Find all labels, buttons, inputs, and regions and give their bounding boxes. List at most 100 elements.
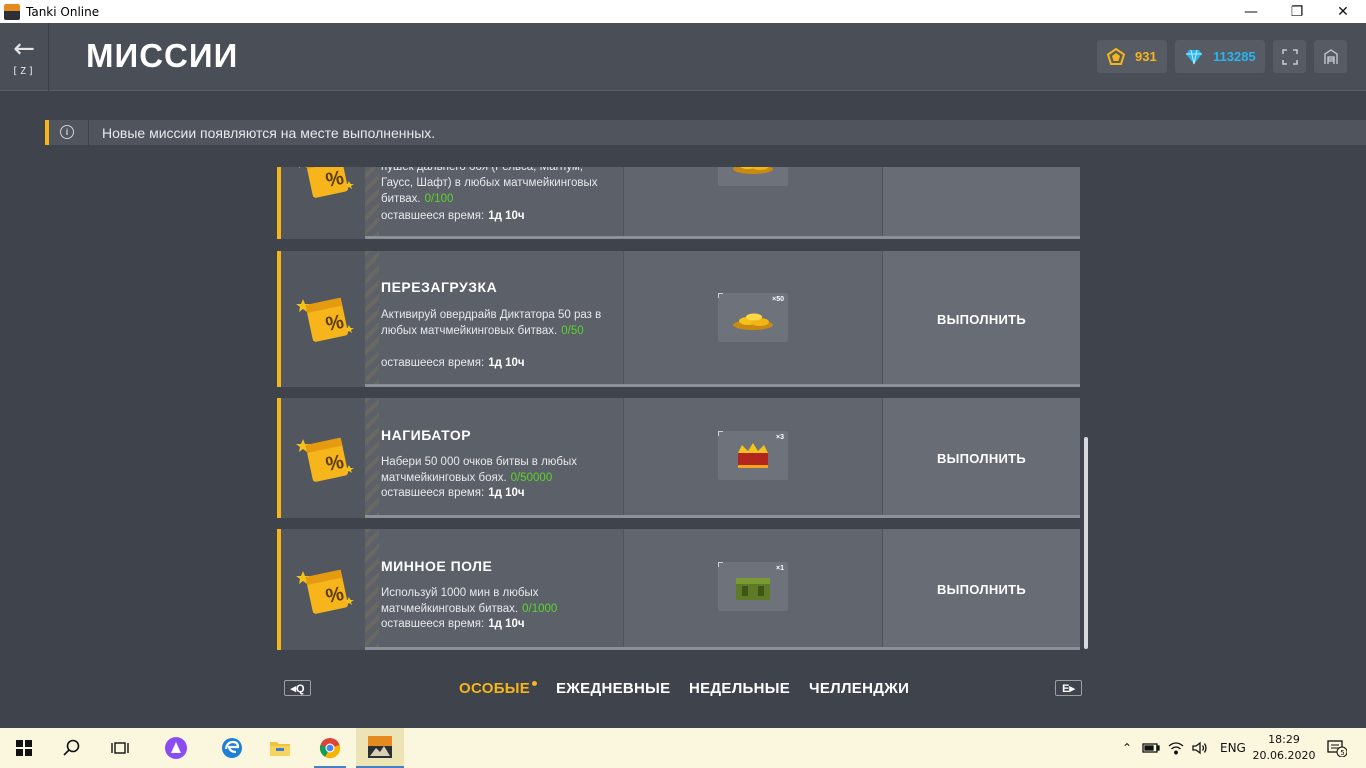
missions-list[interactable]: % пушек дальнего боя (Рельса, Магнум, Га… (277, 167, 1080, 650)
reward-quantity: ×50 (772, 296, 784, 303)
mission-icon-area: % (281, 529, 365, 650)
crystals-counter[interactable]: 113285 (1175, 40, 1265, 73)
reward-box[interactable]: ×1 (718, 562, 788, 611)
reward-corner (718, 562, 723, 567)
reward-box[interactable]: ×50 (718, 293, 788, 342)
remaining-label: оставшееся время: (381, 487, 485, 499)
mission-action-area[interactable]: ВЫПОЛНИТЬ (883, 529, 1080, 650)
edge-icon (222, 738, 242, 758)
fullscreen-icon (1281, 48, 1298, 65)
wifi-icon[interactable] (1168, 741, 1184, 755)
reward-quantity: ×3 (776, 434, 784, 441)
mission-card: % МИННОЕ ПОЛЕ Используй 1000 мин в любых… (277, 529, 1080, 650)
garage-button[interactable] (1314, 40, 1347, 73)
page-title: МИССИИ (86, 37, 239, 74)
fullscreen-button[interactable] (1273, 40, 1306, 73)
percent-calendar-icon: % (299, 167, 354, 198)
notifications-button[interactable]: 5 (1322, 728, 1352, 768)
mission-reward-area: ×1 (624, 529, 883, 650)
tab-challenges[interactable]: ЧЕЛЛЕНДЖИ (809, 680, 909, 697)
remaining-value: 1д 10ч (488, 487, 525, 499)
complete-mission-button[interactable]: ВЫПОЛНИТЬ (937, 312, 1026, 327)
tab-daily[interactable]: ЕЖЕДНЕВНЫЕ (556, 680, 670, 697)
mission-name: МИННОЕ ПОЛЕ (381, 558, 493, 574)
mission-reward-area (624, 167, 883, 239)
prev-tab-key[interactable]: ◂Q (284, 680, 311, 696)
task-view-button[interactable] (96, 728, 144, 768)
alice-assistant-button[interactable] (152, 728, 200, 768)
notification-center-icon: 5 (1327, 740, 1347, 757)
reward-quantity: ×1 (776, 565, 784, 572)
mission-progress: 0/100 (424, 193, 454, 205)
tanki-app-icon (4, 3, 20, 20)
stars-counter[interactable]: 931 (1097, 40, 1167, 73)
mission-progress: 0/50 (561, 325, 584, 337)
crystal-icon (1185, 48, 1203, 66)
stars-count: 931 (1135, 49, 1157, 64)
mission-progress: 0/50000 (510, 472, 553, 484)
banner-text: Новые миссии появляются на месте выполне… (102, 125, 436, 141)
edge-browser-button[interactable] (208, 728, 256, 768)
mission-reward-area: ×3 (624, 398, 883, 518)
banner-separator (88, 120, 89, 145)
start-button[interactable] (0, 728, 48, 768)
back-hotkey-label: [Z] (11, 65, 37, 77)
mission-icon-area: % (281, 251, 365, 387)
chrome-button[interactable] (306, 728, 354, 768)
minimize-button[interactable]: — (1228, 0, 1274, 23)
mission-description: Активируй овердрайв Диктатора 50 раз в л… (381, 307, 611, 339)
task-view-icon (111, 742, 129, 754)
taskbar-clock[interactable]: 18:29 20.06.2020 (1248, 732, 1320, 764)
notification-count: 5 (1340, 749, 1344, 757)
percent-calendar-icon: % (296, 569, 354, 614)
alice-icon (165, 737, 187, 759)
back-button[interactable]: ← [Z] (0, 23, 48, 91)
close-button[interactable]: ✕ (1320, 0, 1366, 23)
mission-card: % ПЕРЕЗАГРУЗКА Активируй овердрайв Дикта… (277, 251, 1080, 387)
folder-icon (270, 742, 290, 756)
mission-tabs: ◂Q ОСОБЫЕ ЕЖЕДНЕВНЫЕ НЕДЕЛЬНЫЕ ЧЕЛЛЕНДЖИ… (277, 676, 1083, 702)
window-titlebar: Tanki Online — ❐ ✕ (0, 0, 1366, 23)
crystals-count: 113285 (1213, 49, 1256, 64)
complete-mission-button[interactable]: ВЫПОЛНИТЬ (937, 582, 1026, 597)
mission-reward-area: ×50 (624, 251, 883, 387)
gold-coins-icon (733, 167, 773, 174)
mission-remaining: оставшееся время: 1д 10ч (381, 210, 525, 222)
info-icon: i (60, 125, 74, 139)
percent-calendar-icon: % (296, 297, 354, 342)
remaining-label: оставшееся время: (381, 357, 485, 369)
mission-remaining: оставшееся время: 1д 10ч (381, 487, 525, 499)
mission-remaining: оставшееся время: 1д 10ч (381, 357, 525, 369)
mission-icon-area: % (281, 167, 365, 239)
next-tab-key[interactable]: E▸ (1055, 680, 1082, 696)
language-indicator[interactable]: ENG (1220, 741, 1246, 755)
mission-progress-bar (365, 515, 1080, 518)
tanki-online-taskbar-button[interactable] (356, 728, 404, 768)
mission-description: Используй 1000 мин в любых матчмейкингов… (381, 585, 611, 617)
percent-calendar-icon: % (296, 437, 354, 482)
windows-taskbar: ⌃ ENG 18:29 20.06.2020 5 (0, 728, 1366, 768)
clock-date: 20.06.2020 (1252, 749, 1316, 762)
missions-scrollbar-thumb[interactable] (1084, 437, 1088, 649)
reward-box[interactable]: ×3 (718, 431, 788, 480)
system-tray: ⌃ ENG (1118, 728, 1246, 768)
mission-card: % НАГИБАТОР Набери 50 000 очков битвы в … (277, 398, 1080, 518)
complete-mission-button[interactable]: ВЫПОЛНИТЬ (937, 451, 1026, 466)
mission-description: Набери 50 000 очков битвы в любых матчме… (381, 454, 611, 486)
garage-icon (1323, 48, 1338, 64)
file-explorer-button[interactable] (256, 728, 304, 768)
mission-action-area[interactable]: ВЫПОЛНИТЬ (883, 398, 1080, 518)
maximize-button[interactable]: ❐ (1274, 0, 1320, 23)
reward-corner (718, 431, 723, 436)
mission-icon-area: % (281, 398, 365, 518)
search-icon (63, 739, 80, 756)
info-banner: i Новые миссии появляются на месте выпол… (45, 120, 1366, 145)
search-button[interactable] (48, 728, 96, 768)
battery-icon[interactable] (1142, 742, 1160, 754)
new-indicator-dot (532, 681, 538, 686)
volume-icon[interactable] (1192, 741, 1208, 755)
show-hidden-icons-icon[interactable]: ⌃ (1118, 741, 1136, 755)
mission-action-area[interactable]: ВЫПОЛНИТЬ (883, 251, 1080, 387)
tab-weekly[interactable]: НЕДЕЛЬНЫЕ (689, 680, 790, 697)
tab-special[interactable]: ОСОБЫЕ (459, 680, 538, 697)
